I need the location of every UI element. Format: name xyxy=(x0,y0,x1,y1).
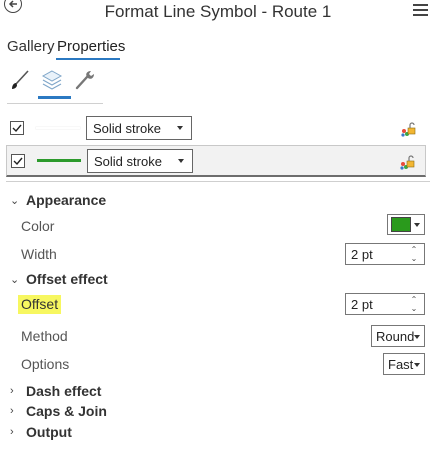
chevron-up-icon[interactable]: ⌃ xyxy=(411,245,418,254)
offset-value: 2 pt xyxy=(351,296,373,312)
options-label: Options xyxy=(21,356,70,372)
spinner-arrows[interactable]: ⌃ ⌄ xyxy=(408,295,420,313)
section-caps-join-header[interactable]: › Caps & Join xyxy=(10,403,107,419)
layers-icon[interactable] xyxy=(40,68,64,92)
pane-title: Format Line Symbol - Route 1 xyxy=(104,2,332,21)
tool-divider xyxy=(7,103,103,104)
options-select[interactable]: Fast xyxy=(383,353,425,375)
width-spinner[interactable]: 2 pt ⌃ ⌄ xyxy=(345,243,425,265)
section-appearance-title: Appearance xyxy=(26,192,107,208)
chevron-down-icon xyxy=(414,363,420,367)
symbol-layer-row-selected[interactable]: Solid stroke xyxy=(6,145,426,177)
section-offset-effect-header[interactable]: ⌄ Offset effect xyxy=(10,271,108,287)
chevron-right-icon: › xyxy=(10,405,14,417)
section-offset-effect-title: Offset effect xyxy=(26,271,108,287)
chevron-right-icon: › xyxy=(10,426,14,438)
section-output-header[interactable]: › Output xyxy=(10,424,72,440)
section-divider xyxy=(6,181,430,182)
lock-icon[interactable] xyxy=(400,121,416,137)
stroke-type-value: Solid stroke xyxy=(93,120,161,136)
chevron-down-icon: ⌄ xyxy=(10,194,20,207)
lock-icon[interactable] xyxy=(399,154,415,170)
chevron-down-icon[interactable]: ⌄ xyxy=(411,254,418,263)
method-value: Round xyxy=(376,328,415,344)
tab-properties[interactable]: Properties xyxy=(57,38,125,55)
wrench-icon[interactable] xyxy=(72,68,96,92)
line-preview xyxy=(37,159,81,162)
chevron-right-icon: › xyxy=(10,385,14,397)
method-select[interactable]: Round xyxy=(371,325,425,347)
layer-visibility-checkbox[interactable] xyxy=(10,121,24,135)
chevron-down-icon[interactable]: ⌄ xyxy=(411,304,418,313)
section-dash-effect-title: Dash effect xyxy=(26,383,102,399)
spinner-arrows[interactable]: ⌃ ⌄ xyxy=(408,245,420,263)
active-tool-indicator xyxy=(38,96,71,99)
color-picker[interactable] xyxy=(387,214,425,235)
section-dash-effect-header[interactable]: › Dash effect xyxy=(10,383,101,399)
section-caps-join-title: Caps & Join xyxy=(26,403,107,419)
chevron-up-icon[interactable]: ⌃ xyxy=(411,295,418,304)
chevron-down-icon xyxy=(414,223,420,227)
offset-label-highlight: Offset xyxy=(18,295,62,314)
section-appearance-header[interactable]: ⌄ Appearance xyxy=(10,192,106,208)
hamburger-menu-icon[interactable] xyxy=(413,4,428,16)
symbol-layer-row[interactable]: Solid stroke xyxy=(6,113,426,145)
method-label: Method xyxy=(21,328,68,344)
color-swatch xyxy=(391,217,411,232)
layer-visibility-checkbox[interactable] xyxy=(11,154,25,168)
line-preview xyxy=(36,127,80,129)
chevron-down-icon xyxy=(177,126,183,130)
stroke-type-select[interactable]: Solid stroke xyxy=(87,149,193,173)
brush-icon[interactable] xyxy=(8,68,32,92)
offset-spinner[interactable]: 2 pt ⌃ ⌄ xyxy=(345,293,425,315)
chevron-down-icon xyxy=(178,159,184,163)
stroke-type-select[interactable]: Solid stroke xyxy=(86,116,192,140)
checkmark-icon xyxy=(12,124,22,133)
width-label: Width xyxy=(21,246,57,262)
checkmark-icon xyxy=(13,157,23,166)
active-tab-indicator xyxy=(56,58,120,60)
offset-label: Offset xyxy=(18,295,62,314)
stroke-type-value: Solid stroke xyxy=(94,153,162,169)
width-value: 2 pt xyxy=(351,246,373,262)
section-output-title: Output xyxy=(26,424,72,440)
chevron-down-icon: ⌄ xyxy=(10,273,20,286)
chevron-down-icon xyxy=(414,335,420,339)
options-value: Fast xyxy=(388,356,414,372)
tab-gallery[interactable]: Gallery xyxy=(7,38,55,55)
color-label: Color xyxy=(21,218,55,234)
